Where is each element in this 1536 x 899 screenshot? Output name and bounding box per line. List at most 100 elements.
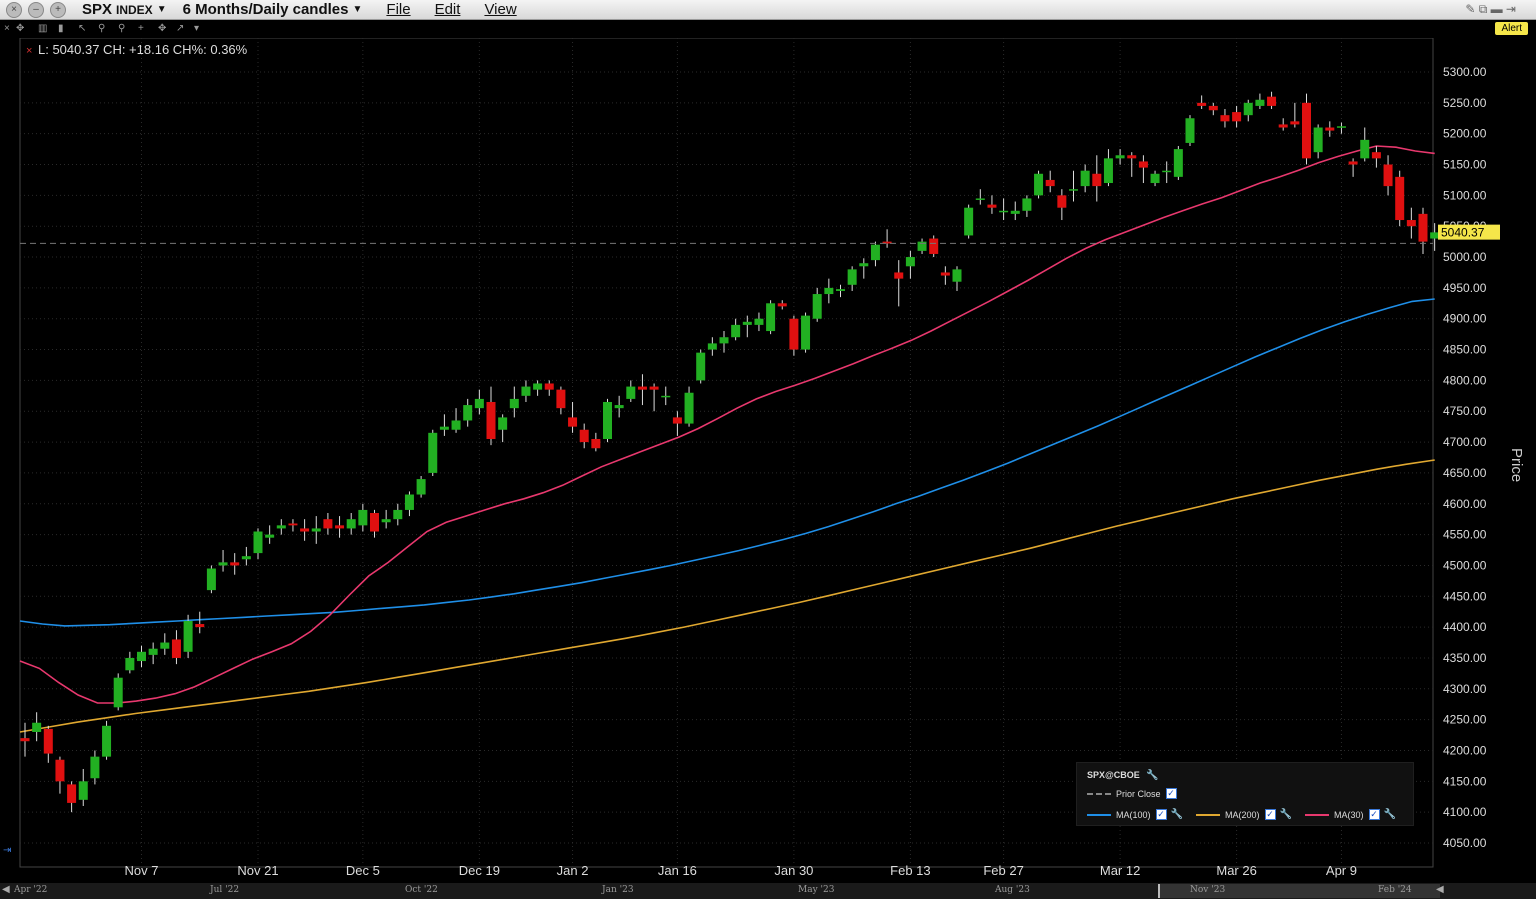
price-chart[interactable]: 5300.005250.005200.005150.005100.005050.… <box>0 38 1536 883</box>
candle-up <box>276 525 286 529</box>
legend-item-label: Prior Close <box>1116 788 1161 799</box>
y-tick-label: 5250.00 <box>1443 96 1487 110</box>
candle-up <box>451 420 461 430</box>
time-scrollbar[interactable]: ◀ Apr '22 Jul '22 Oct '22 Jan '23 May '2… <box>0 883 1536 899</box>
candle-down <box>1348 161 1358 165</box>
candle-down <box>486 401 496 439</box>
candle-up <box>905 257 915 267</box>
candle-up <box>1430 232 1440 239</box>
candle-up <box>1313 127 1323 153</box>
y-tick-label: 4100.00 <box>1443 805 1487 819</box>
wrench-icon[interactable]: 🔧 <box>1146 770 1158 781</box>
candle-down <box>940 272 950 276</box>
bars-icon[interactable]: ▮ <box>58 23 64 34</box>
wrench-icon[interactable]: 🔧 <box>1280 809 1292 820</box>
window-close-icon[interactable]: × <box>6 1 22 18</box>
alert-button[interactable]: Alert <box>1495 22 1528 35</box>
candle-up <box>719 337 729 344</box>
candle-down <box>568 417 578 427</box>
y-tick-label: 4550.00 <box>1443 528 1487 542</box>
candle-down <box>370 513 379 532</box>
y-tick-label: 4600.00 <box>1443 497 1487 511</box>
scrollbar-label: Apr '22 <box>14 885 48 895</box>
candle-up <box>1150 173 1160 184</box>
prior-close-checkbox[interactable]: ✓ <box>1165 788 1177 799</box>
x-tick-label: Apr 9 <box>1326 863 1357 878</box>
candle-down <box>1325 127 1335 131</box>
scrollbar-label: Aug '23 <box>995 885 1030 895</box>
candle-up <box>1360 139 1370 159</box>
zoom-out-icon[interactable]: ⚲ <box>118 23 125 34</box>
y-tick-label: 5200.00 <box>1443 127 1487 141</box>
expand-icon[interactable]: ⇥ <box>3 845 11 856</box>
y-tick-label: 4950.00 <box>1443 281 1487 295</box>
chevron-down-icon: ▼ <box>352 4 363 15</box>
line-swatch-icon <box>1305 813 1329 816</box>
candle-up <box>696 352 706 381</box>
pan-icon[interactable]: ✥ <box>158 23 166 34</box>
window-minimize-icon[interactable]: – <box>28 1 44 18</box>
candle-down <box>777 303 787 307</box>
candle-up <box>1069 189 1078 191</box>
candle-down <box>195 624 205 628</box>
scroll-left-icon[interactable]: ◀ <box>2 884 10 895</box>
wrench-icon[interactable]: 🔧 <box>1171 809 1183 820</box>
draw-icon[interactable]: ↗ <box>176 23 184 34</box>
candle-up <box>603 401 612 439</box>
candle-down <box>894 272 904 279</box>
candle-down <box>1290 121 1300 125</box>
symbol-type: INDEX <box>116 2 153 17</box>
ma30-checkbox[interactable]: ✓ <box>1368 809 1380 820</box>
close-icon[interactable]: × <box>4 23 10 34</box>
ma200-checkbox[interactable]: ✓ <box>1264 809 1276 820</box>
y-tick-label: 4850.00 <box>1443 343 1487 357</box>
candle-down <box>556 389 566 409</box>
symbol-text: SPX <box>82 1 113 18</box>
legend-item-ma30: MA(30) ✓ 🔧 <box>1305 809 1396 820</box>
wrench-icon[interactable]: 🔧 <box>1384 809 1396 820</box>
chart-type-icon[interactable]: ▥ <box>38 23 47 34</box>
candle-up <box>1022 198 1032 211</box>
y-tick-label: 4250.00 <box>1443 713 1487 727</box>
chevron-down-icon[interactable]: ▾ <box>194 23 199 34</box>
candle-down <box>1418 213 1428 242</box>
menu-file[interactable]: File <box>386 1 410 18</box>
symbol-selector[interactable]: SPX INDEX ▼ <box>82 1 167 18</box>
y-tick-label: 5000.00 <box>1443 250 1487 264</box>
move-icon[interactable]: ✥ <box>16 23 24 34</box>
y-tick-label: 4500.00 <box>1443 558 1487 572</box>
zoom-in-icon[interactable]: ⚲ <box>98 23 105 34</box>
cursor-icon[interactable]: ↖ <box>78 23 86 34</box>
ma100-checkbox[interactable]: ✓ <box>1155 809 1167 820</box>
candle-up <box>416 479 426 495</box>
candle-up <box>836 289 845 291</box>
candle-down <box>591 438 601 449</box>
candle-down <box>171 639 181 658</box>
scroll-right-icon[interactable]: ◀ <box>1436 884 1444 895</box>
menu-view[interactable]: View <box>484 1 516 18</box>
candle-up <box>32 722 42 732</box>
candle-up <box>160 642 170 649</box>
x-tick-label: Mar 12 <box>1100 863 1140 878</box>
timeframe-selector[interactable]: 6 Months/Daily candles ▼ <box>183 1 363 18</box>
candle-up <box>358 509 368 526</box>
candle-up <box>521 386 531 396</box>
chevron-down-icon: ▼ <box>156 4 167 15</box>
candle-up <box>952 269 962 282</box>
crosshair-icon[interactable]: + <box>138 23 144 34</box>
legend-title-row: SPX@CBOE 🔧 <box>1087 770 1159 781</box>
candle-up <box>102 725 112 757</box>
window-maximize-icon[interactable]: + <box>50 1 66 18</box>
candle-up <box>626 386 636 399</box>
candle-down <box>1197 102 1207 106</box>
y-tick-label: 5100.00 <box>1443 188 1487 202</box>
window-tools-icons[interactable]: ✎ ⧉ ▬ ⇥ <box>1465 2 1516 17</box>
candle-up <box>707 343 717 350</box>
candle-down <box>789 318 799 350</box>
scrollbar-label: Oct '22 <box>405 885 438 895</box>
candle-up <box>241 556 251 560</box>
info-close-icon[interactable]: × <box>26 45 32 57</box>
menu-edit[interactable]: Edit <box>435 1 461 18</box>
candle-up <box>766 303 776 332</box>
candle-up <box>1243 102 1253 116</box>
